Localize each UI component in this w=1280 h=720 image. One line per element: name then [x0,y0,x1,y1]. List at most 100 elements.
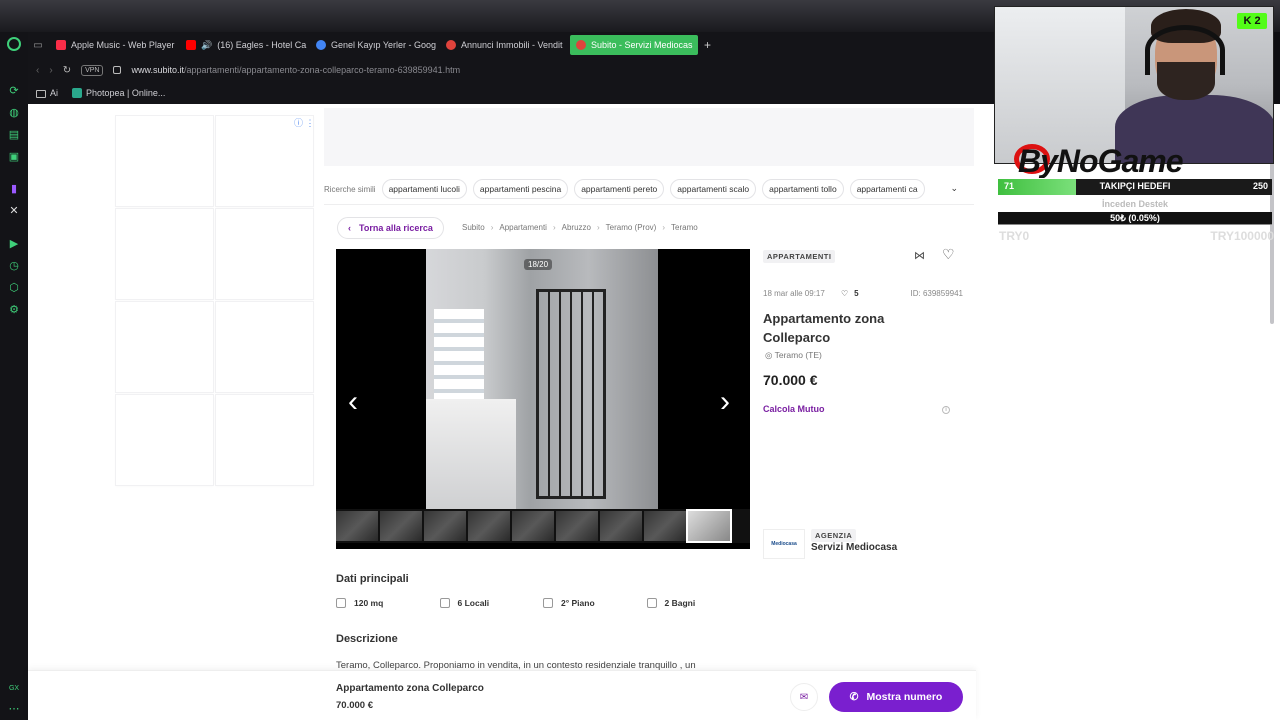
thumbnail-strip [336,509,750,543]
lock-icon[interactable] [113,66,122,74]
related-chip[interactable]: appartamenti lucoli [381,179,467,199]
history-icon[interactable]: ◷ [7,259,21,273]
thumbnail[interactable] [336,511,378,541]
settings-icon[interactable]: ⚙ [7,303,21,317]
thumbnail[interactable] [512,511,554,541]
gate-door [536,289,606,499]
agency-logo[interactable]: Mediocasa [763,529,805,559]
heart-icon[interactable]: ♡ [942,246,955,263]
agency-logo-text: Mediocasa [771,541,797,547]
aria-icon[interactable]: ◍ [7,106,21,120]
breadcrumb-item[interactable]: Teramo (Prov) [606,223,657,232]
related-chip[interactable]: appartamenti pereto [574,179,665,199]
twitch-icon[interactable]: ▮ [7,182,21,196]
url-field[interactable]: www.subito.it/appartamenti/appartamento-… [131,65,460,75]
feature-value: 2 Bagni [664,598,696,608]
more-icon[interactable]: ⋯ [7,702,21,716]
balcony-rail [426,399,516,509]
ad-slot [216,395,313,485]
headset-icon [1145,25,1225,75]
photopea-icon [72,88,83,99]
info-icon[interactable]: i [942,406,950,414]
new-tab-button[interactable]: + [704,38,711,52]
related-chip[interactable]: appartamenti pescina [472,179,569,199]
breadcrumb-item[interactable]: Appartamenti [499,223,547,232]
tab-apple-music[interactable]: Apple Music - Web Player [50,35,178,55]
related-chip[interactable]: appartamenti scalo [670,179,757,199]
opera-gx-icon[interactable] [7,37,21,51]
related-chip[interactable]: appartamenti tollo [762,179,844,199]
divider [324,204,974,205]
listing-photo[interactable] [426,249,658,509]
url-domain: www.subito.it [131,65,185,75]
bookmarks-bar: Ai Photopea | Online... [28,82,994,104]
tab-label: Subito - Servizi Mediocas [591,40,693,50]
thumbnail[interactable] [556,511,598,541]
tab-annunci[interactable]: Annunci Immobili - Vendit [440,35,568,55]
feature-area: 120 mq [336,598,440,608]
refresh-icon[interactable]: ⟳ [7,84,21,98]
floor-icon [543,598,553,608]
ad-slot [216,116,313,206]
ad-slot [116,116,213,206]
tab-youtube[interactable]: 🔊 (16) Eagles - Hotel Ca [180,35,308,55]
next-photo-icon[interactable]: › [720,387,730,417]
chevron-down-icon[interactable]: ⌄ [950,183,958,194]
message-button[interactable]: ✉ [790,683,818,711]
vpn-badge[interactable]: VPN [81,64,104,76]
back-icon[interactable]: ‹ [36,65,39,76]
reload-icon[interactable]: ↻ [63,65,71,76]
thumbnail[interactable] [644,511,686,541]
tab-bar: ▭ Apple Music - Web Player 🔊 (16) Eagles… [28,32,994,58]
photo-counter: 18/20 [524,259,553,270]
favorites-count: ♡ 5 [841,289,859,298]
forward-icon[interactable]: › [49,65,52,76]
breadcrumb-item[interactable]: Subito [462,223,485,232]
stream-brand: ByNoGame [1018,144,1184,178]
related-chip[interactable]: appartamenti ca [849,179,925,199]
thumbnail[interactable] [380,511,422,541]
breadcrumb-item[interactable]: Teramo [671,223,698,232]
player-icon[interactable]: ▶ [7,237,21,251]
ad-info-icon[interactable]: ⓘ ⋮ [294,116,315,129]
thumbnail[interactable] [424,511,466,541]
prev-photo-icon[interactable]: ‹ [348,387,358,417]
thumbnail[interactable] [468,511,510,541]
ad-slot [216,209,313,299]
features-row: 120 mq 6 Locali 2° Piano 2 Bagni [336,598,750,608]
show-number-button[interactable]: ✆ Mostra numero [829,682,963,712]
bookmark-ai[interactable]: Ai [36,88,58,98]
tab-subito-active[interactable]: Subito - Servizi Mediocas [570,35,698,55]
google-icon [316,40,326,50]
related-searches: Ricerche simili appartamenti lucoli appa… [324,178,974,200]
gx-control-icon[interactable]: ▤ [7,128,21,142]
breadcrumb: Subito › Appartamenti › Abruzzo › Teramo (P… [462,223,698,232]
calculate-mortgage-link[interactable]: Calcola Mutuo [763,404,825,414]
share-icon[interactable]: ⋈ [914,249,925,262]
bookmark-label: Photopea | Online... [86,87,166,98]
kick-badge: K 2 [1237,13,1267,29]
messenger-icon[interactable]: ▣ [7,150,21,164]
tab-overview-icon[interactable]: ▭ [28,35,48,55]
top-ad-banner [324,108,974,166]
thumbnail-current[interactable] [686,509,732,543]
url-path: /appartamenti/appartamento-zona-collepar… [184,65,461,75]
description-heading: Descrizione [336,633,398,645]
back-to-search-button[interactable]: ‹ Torna alla ricerca [337,217,444,239]
photo-gallery[interactable]: 18/20 ‹ › ◂ ▸ [336,249,750,549]
folder-icon [36,89,46,98]
feature-value: 120 mq [354,598,384,608]
heart-small-icon: ♡ [841,289,849,298]
agency-name[interactable]: Servizi Mediocasa [811,542,897,553]
browser-sidebar: ⟳ ◍ ▤ ▣ ▮ ✕ ▶ ◷ ⬡ ⚙ GX ⋯ [0,32,28,720]
thumbnail[interactable] [600,511,642,541]
web-page: ⓘ ⋮ Ricerche simili appartamenti lucoli … [28,104,1280,720]
gx-corner-icon[interactable]: GX [7,682,21,696]
tab-google[interactable]: Genel Kayıp Yerler - Goog [310,35,438,55]
ad-slot [116,395,213,485]
bookmark-photopea[interactable]: Photopea | Online... [72,88,165,99]
x-icon[interactable]: ✕ [7,204,21,218]
extensions-icon[interactable]: ⬡ [7,281,21,295]
listing-title: Appartamento zona Colleparco [763,311,885,345]
breadcrumb-item[interactable]: Abruzzo [562,223,591,232]
